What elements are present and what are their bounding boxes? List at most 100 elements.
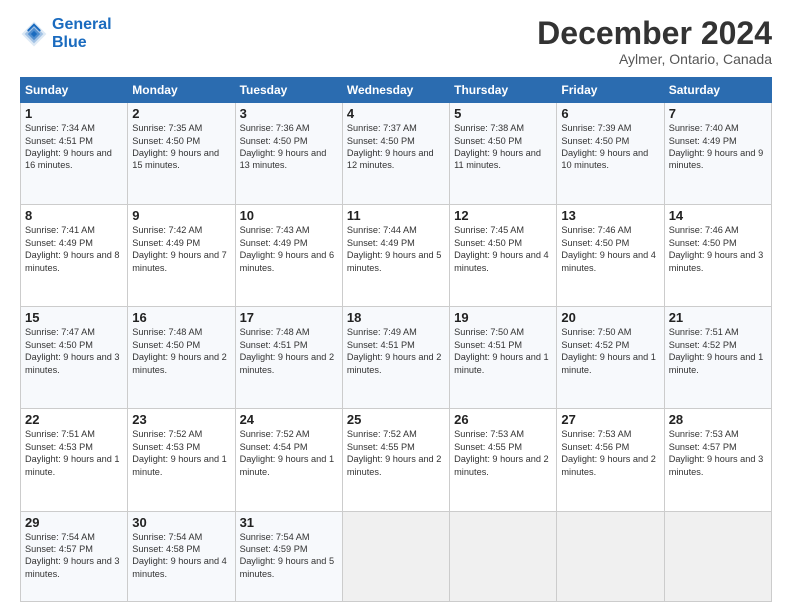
day-number-13: 13 bbox=[561, 208, 659, 223]
day-number-16: 16 bbox=[132, 310, 230, 325]
day-number-20: 20 bbox=[561, 310, 659, 325]
day-info-25: Sunrise: 7:52 AMSunset: 4:55 PMDaylight:… bbox=[347, 428, 445, 478]
day-number-26: 26 bbox=[454, 412, 552, 427]
day-info-2: Sunrise: 7:35 AMSunset: 4:50 PMDaylight:… bbox=[132, 122, 230, 172]
day-cell-10: 10Sunrise: 7:43 AMSunset: 4:49 PMDayligh… bbox=[235, 205, 342, 307]
day-info-30: Sunrise: 7:54 AMSunset: 4:58 PMDaylight:… bbox=[132, 531, 230, 581]
day-number-15: 15 bbox=[25, 310, 123, 325]
logo-general: General bbox=[52, 16, 112, 33]
col-header-thursday: Thursday bbox=[450, 78, 557, 103]
day-cell-29: 29Sunrise: 7:54 AMSunset: 4:57 PMDayligh… bbox=[21, 511, 128, 602]
title-block: December 2024 Aylmer, Ontario, Canada bbox=[537, 16, 772, 67]
day-cell-15: 15Sunrise: 7:47 AMSunset: 4:50 PMDayligh… bbox=[21, 307, 128, 409]
day-number-22: 22 bbox=[25, 412, 123, 427]
day-info-9: Sunrise: 7:42 AMSunset: 4:49 PMDaylight:… bbox=[132, 224, 230, 274]
day-cell-14: 14Sunrise: 7:46 AMSunset: 4:50 PMDayligh… bbox=[664, 205, 771, 307]
day-info-6: Sunrise: 7:39 AMSunset: 4:50 PMDaylight:… bbox=[561, 122, 659, 172]
day-cell-24: 24Sunrise: 7:52 AMSunset: 4:54 PMDayligh… bbox=[235, 409, 342, 511]
calendar-week-5: 29Sunrise: 7:54 AMSunset: 4:57 PMDayligh… bbox=[21, 511, 772, 602]
col-header-tuesday: Tuesday bbox=[235, 78, 342, 103]
day-number-5: 5 bbox=[454, 106, 552, 121]
day-cell-2: 2Sunrise: 7:35 AMSunset: 4:50 PMDaylight… bbox=[128, 103, 235, 205]
day-info-18: Sunrise: 7:49 AMSunset: 4:51 PMDaylight:… bbox=[347, 326, 445, 376]
logo: General Blue bbox=[20, 16, 112, 51]
day-cell-20: 20Sunrise: 7:50 AMSunset: 4:52 PMDayligh… bbox=[557, 307, 664, 409]
day-cell-23: 23Sunrise: 7:52 AMSunset: 4:53 PMDayligh… bbox=[128, 409, 235, 511]
page: General Blue December 2024 Aylmer, Ontar… bbox=[0, 0, 792, 612]
location: Aylmer, Ontario, Canada bbox=[537, 51, 772, 67]
day-cell-18: 18Sunrise: 7:49 AMSunset: 4:51 PMDayligh… bbox=[342, 307, 449, 409]
day-info-4: Sunrise: 7:37 AMSunset: 4:50 PMDaylight:… bbox=[347, 122, 445, 172]
day-info-8: Sunrise: 7:41 AMSunset: 4:49 PMDaylight:… bbox=[25, 224, 123, 274]
day-cell-22: 22Sunrise: 7:51 AMSunset: 4:53 PMDayligh… bbox=[21, 409, 128, 511]
day-info-28: Sunrise: 7:53 AMSunset: 4:57 PMDaylight:… bbox=[669, 428, 767, 478]
day-number-2: 2 bbox=[132, 106, 230, 121]
day-number-27: 27 bbox=[561, 412, 659, 427]
col-header-saturday: Saturday bbox=[664, 78, 771, 103]
col-header-monday: Monday bbox=[128, 78, 235, 103]
calendar-table: SundayMondayTuesdayWednesdayThursdayFrid… bbox=[20, 77, 772, 602]
day-info-14: Sunrise: 7:46 AMSunset: 4:50 PMDaylight:… bbox=[669, 224, 767, 274]
day-cell-26: 26Sunrise: 7:53 AMSunset: 4:55 PMDayligh… bbox=[450, 409, 557, 511]
day-cell-12: 12Sunrise: 7:45 AMSunset: 4:50 PMDayligh… bbox=[450, 205, 557, 307]
day-cell-25: 25Sunrise: 7:52 AMSunset: 4:55 PMDayligh… bbox=[342, 409, 449, 511]
day-number-19: 19 bbox=[454, 310, 552, 325]
day-number-10: 10 bbox=[240, 208, 338, 223]
day-cell-8: 8Sunrise: 7:41 AMSunset: 4:49 PMDaylight… bbox=[21, 205, 128, 307]
col-header-sunday: Sunday bbox=[21, 78, 128, 103]
day-info-21: Sunrise: 7:51 AMSunset: 4:52 PMDaylight:… bbox=[669, 326, 767, 376]
day-cell-5: 5Sunrise: 7:38 AMSunset: 4:50 PMDaylight… bbox=[450, 103, 557, 205]
day-number-8: 8 bbox=[25, 208, 123, 223]
day-number-18: 18 bbox=[347, 310, 445, 325]
day-number-1: 1 bbox=[25, 106, 123, 121]
day-cell-13: 13Sunrise: 7:46 AMSunset: 4:50 PMDayligh… bbox=[557, 205, 664, 307]
day-cell-30: 30Sunrise: 7:54 AMSunset: 4:58 PMDayligh… bbox=[128, 511, 235, 602]
day-number-17: 17 bbox=[240, 310, 338, 325]
day-info-10: Sunrise: 7:43 AMSunset: 4:49 PMDaylight:… bbox=[240, 224, 338, 274]
empty-cell bbox=[450, 511, 557, 602]
day-cell-11: 11Sunrise: 7:44 AMSunset: 4:49 PMDayligh… bbox=[342, 205, 449, 307]
day-info-5: Sunrise: 7:38 AMSunset: 4:50 PMDaylight:… bbox=[454, 122, 552, 172]
day-cell-3: 3Sunrise: 7:36 AMSunset: 4:50 PMDaylight… bbox=[235, 103, 342, 205]
day-info-3: Sunrise: 7:36 AMSunset: 4:50 PMDaylight:… bbox=[240, 122, 338, 172]
day-cell-21: 21Sunrise: 7:51 AMSunset: 4:52 PMDayligh… bbox=[664, 307, 771, 409]
day-number-3: 3 bbox=[240, 106, 338, 121]
col-header-friday: Friday bbox=[557, 78, 664, 103]
day-info-26: Sunrise: 7:53 AMSunset: 4:55 PMDaylight:… bbox=[454, 428, 552, 478]
day-number-9: 9 bbox=[132, 208, 230, 223]
day-cell-4: 4Sunrise: 7:37 AMSunset: 4:50 PMDaylight… bbox=[342, 103, 449, 205]
day-info-23: Sunrise: 7:52 AMSunset: 4:53 PMDaylight:… bbox=[132, 428, 230, 478]
header: General Blue December 2024 Aylmer, Ontar… bbox=[20, 16, 772, 67]
day-cell-1: 1Sunrise: 7:34 AMSunset: 4:51 PMDaylight… bbox=[21, 103, 128, 205]
day-cell-28: 28Sunrise: 7:53 AMSunset: 4:57 PMDayligh… bbox=[664, 409, 771, 511]
day-info-7: Sunrise: 7:40 AMSunset: 4:49 PMDaylight:… bbox=[669, 122, 767, 172]
day-number-24: 24 bbox=[240, 412, 338, 427]
day-number-12: 12 bbox=[454, 208, 552, 223]
day-number-7: 7 bbox=[669, 106, 767, 121]
day-info-17: Sunrise: 7:48 AMSunset: 4:51 PMDaylight:… bbox=[240, 326, 338, 376]
day-cell-31: 31Sunrise: 7:54 AMSunset: 4:59 PMDayligh… bbox=[235, 511, 342, 602]
day-info-27: Sunrise: 7:53 AMSunset: 4:56 PMDaylight:… bbox=[561, 428, 659, 478]
day-cell-27: 27Sunrise: 7:53 AMSunset: 4:56 PMDayligh… bbox=[557, 409, 664, 511]
logo-icon bbox=[20, 20, 48, 48]
day-info-19: Sunrise: 7:50 AMSunset: 4:51 PMDaylight:… bbox=[454, 326, 552, 376]
day-cell-19: 19Sunrise: 7:50 AMSunset: 4:51 PMDayligh… bbox=[450, 307, 557, 409]
day-cell-9: 9Sunrise: 7:42 AMSunset: 4:49 PMDaylight… bbox=[128, 205, 235, 307]
day-info-11: Sunrise: 7:44 AMSunset: 4:49 PMDaylight:… bbox=[347, 224, 445, 274]
calendar-week-2: 8Sunrise: 7:41 AMSunset: 4:49 PMDaylight… bbox=[21, 205, 772, 307]
day-number-31: 31 bbox=[240, 515, 338, 530]
empty-cell bbox=[557, 511, 664, 602]
empty-cell bbox=[664, 511, 771, 602]
day-info-15: Sunrise: 7:47 AMSunset: 4:50 PMDaylight:… bbox=[25, 326, 123, 376]
day-cell-16: 16Sunrise: 7:48 AMSunset: 4:50 PMDayligh… bbox=[128, 307, 235, 409]
day-info-29: Sunrise: 7:54 AMSunset: 4:57 PMDaylight:… bbox=[25, 531, 123, 581]
month-title: December 2024 bbox=[537, 16, 772, 51]
day-info-16: Sunrise: 7:48 AMSunset: 4:50 PMDaylight:… bbox=[132, 326, 230, 376]
day-info-24: Sunrise: 7:52 AMSunset: 4:54 PMDaylight:… bbox=[240, 428, 338, 478]
day-info-22: Sunrise: 7:51 AMSunset: 4:53 PMDaylight:… bbox=[25, 428, 123, 478]
day-number-29: 29 bbox=[25, 515, 123, 530]
day-number-28: 28 bbox=[669, 412, 767, 427]
day-number-23: 23 bbox=[132, 412, 230, 427]
day-cell-17: 17Sunrise: 7:48 AMSunset: 4:51 PMDayligh… bbox=[235, 307, 342, 409]
day-number-21: 21 bbox=[669, 310, 767, 325]
